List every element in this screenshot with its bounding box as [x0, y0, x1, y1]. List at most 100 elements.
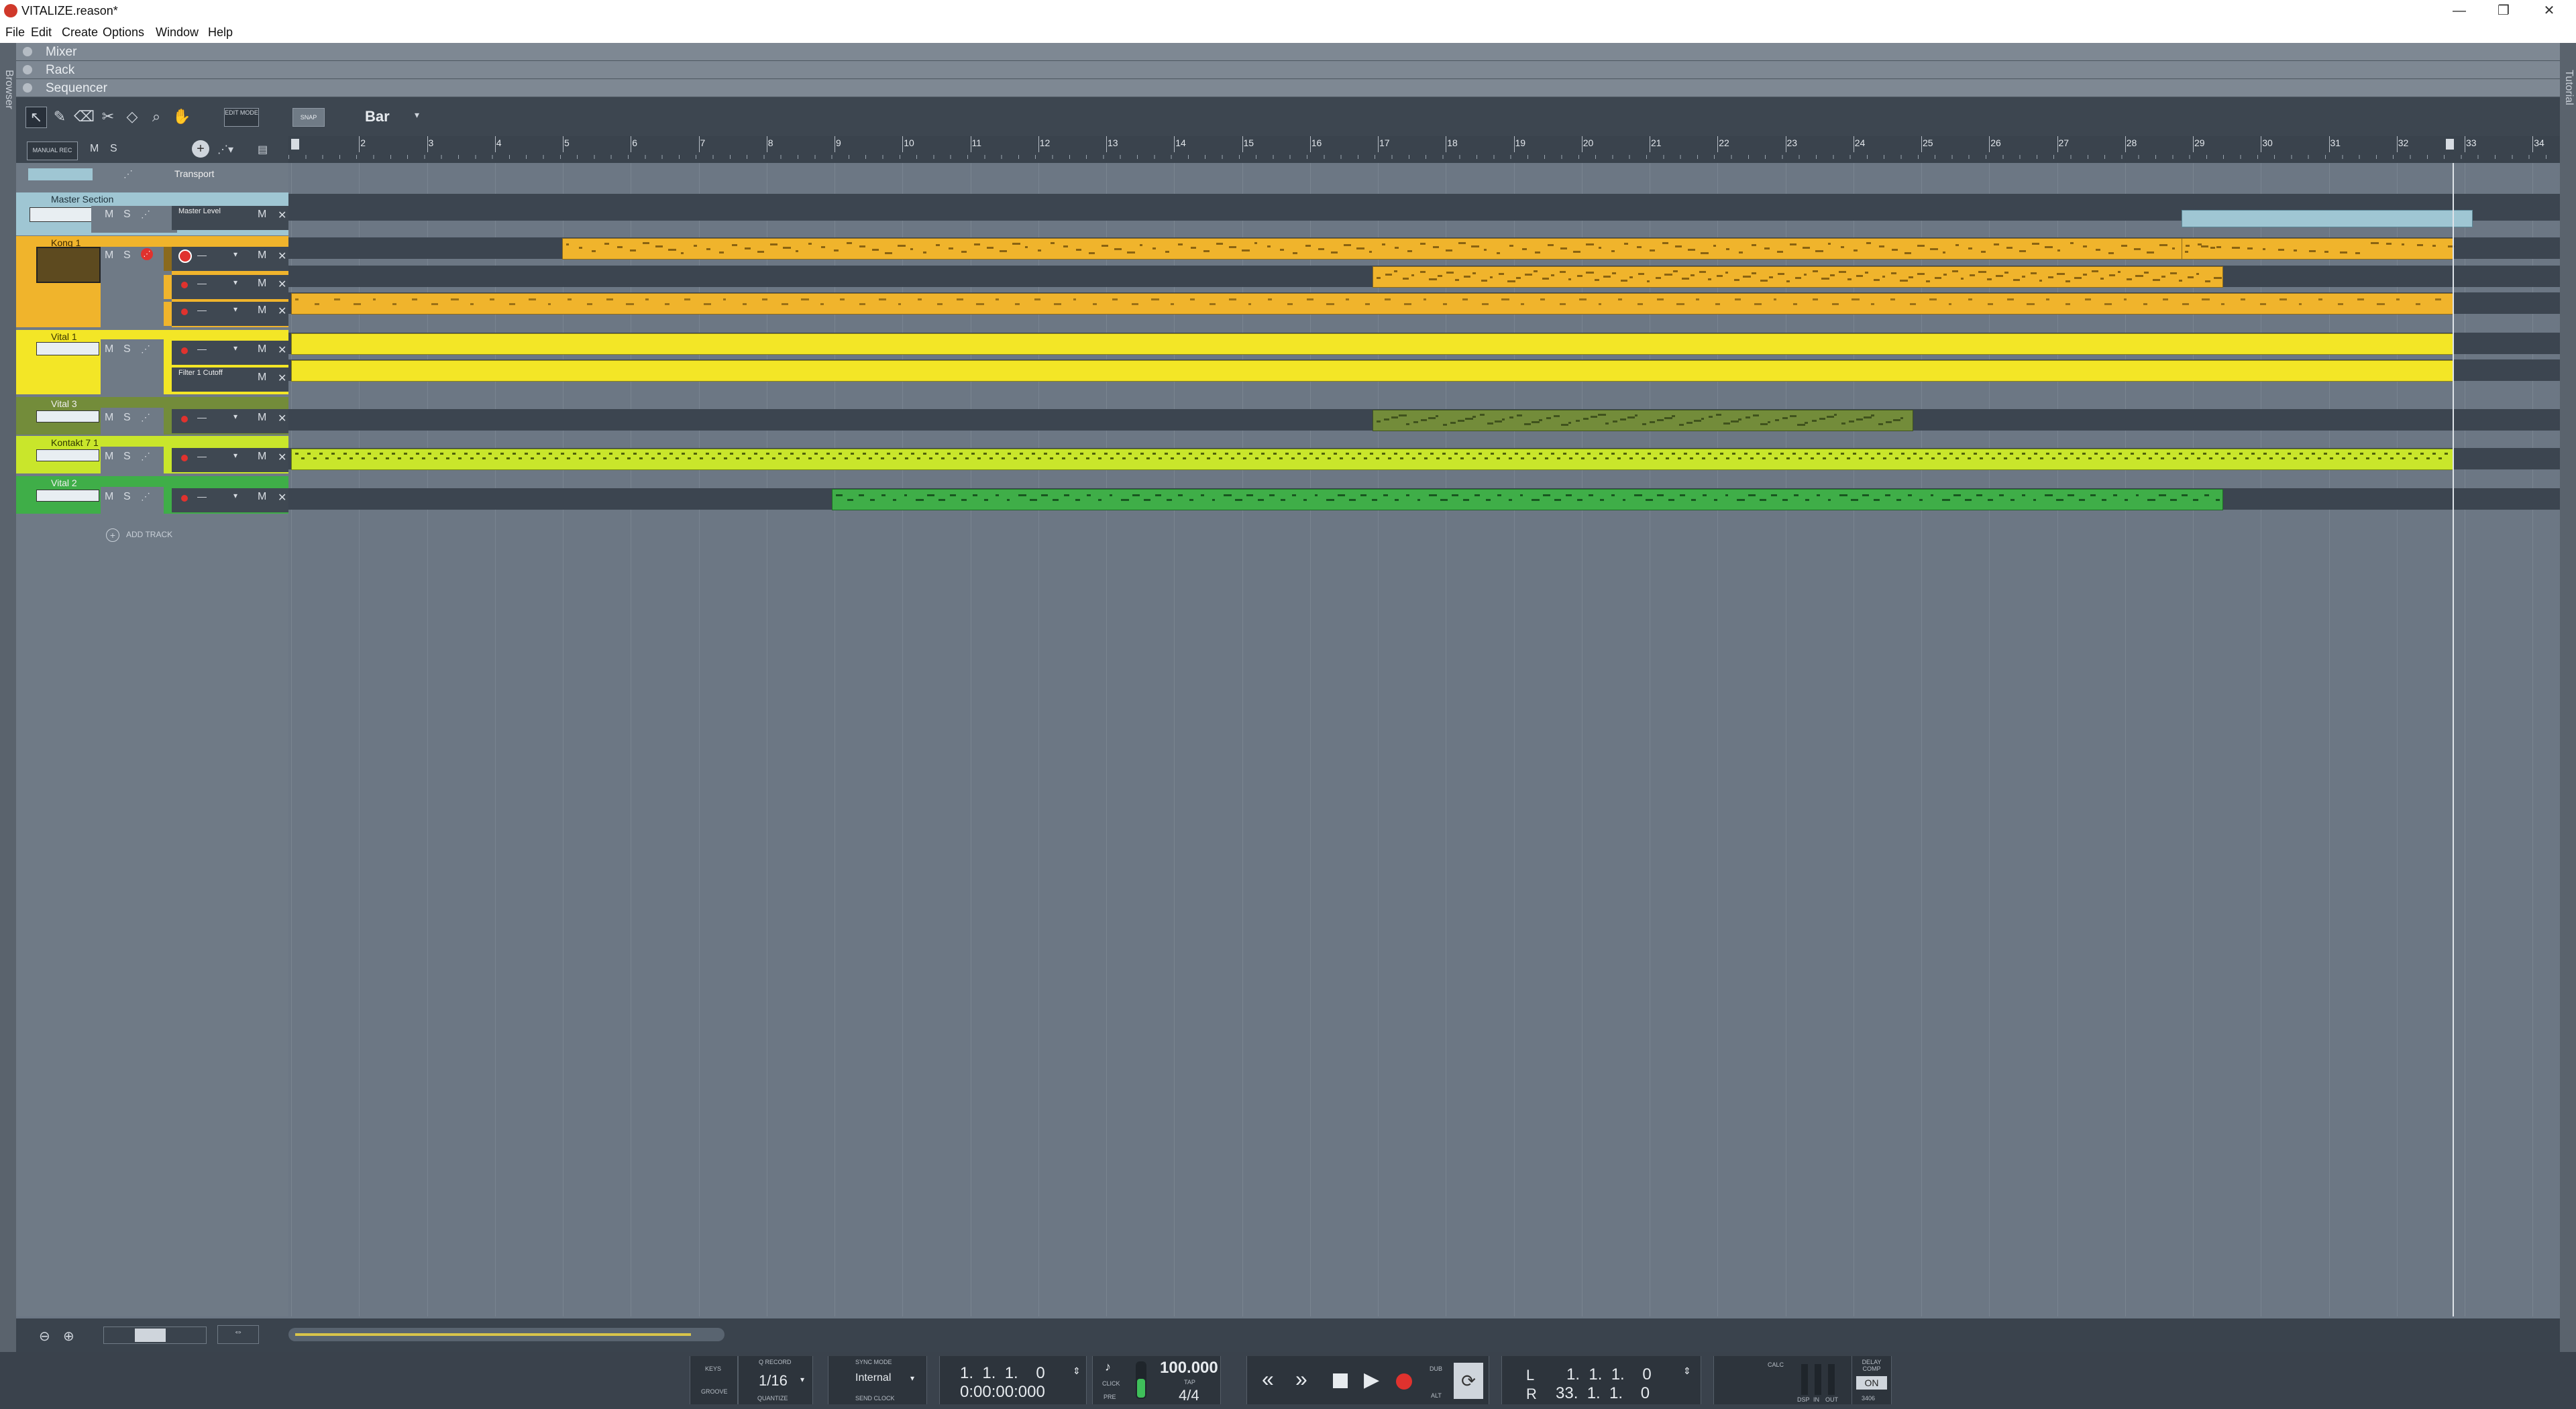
loop-right-locator-icon[interactable] [2446, 139, 2454, 150]
vital-3-mute-button[interactable]: M [105, 412, 113, 424]
kontakt-clip[interactable] [291, 449, 2454, 470]
pre-button[interactable]: PRE [1104, 1394, 1116, 1400]
filter-cutoff-delete-icon[interactable]: ✕ [278, 372, 286, 385]
vital-3-lane-mute-button[interactable]: M [258, 412, 266, 424]
metronome-icon[interactable]: ♪ [1105, 1360, 1111, 1374]
hand-tool-icon[interactable]: ✋ [172, 107, 192, 127]
menu-create[interactable]: Create [62, 25, 98, 40]
kong-lane-3-delete-icon[interactable]: ✕ [278, 304, 286, 318]
snap-dropdown-icon[interactable]: ▾ [415, 109, 419, 121]
browser-strip[interactable]: Browser [0, 43, 16, 1409]
vital-2-lane-delete-icon[interactable]: ✕ [278, 491, 286, 504]
vital-3-lane-dropdown-icon[interactable]: ▾ [233, 412, 237, 421]
menu-file[interactable]: File [5, 25, 25, 40]
sequencer-toggle-icon[interactable] [23, 83, 32, 93]
vital-2-mute-button[interactable]: M [105, 491, 113, 503]
sync-mode-dropdown-icon[interactable]: ▾ [910, 1373, 914, 1383]
arrangement-area[interactable] [288, 163, 2560, 1316]
master-section-track[interactable]: Master Section M S ⋰ Master Level M ✕ [16, 192, 305, 235]
keys-button[interactable]: KEYS [705, 1365, 721, 1372]
vital-3-clip[interactable] [1373, 410, 1913, 431]
filter-cutoff-automation-clip[interactable] [291, 360, 2454, 382]
time-signature-display[interactable]: 4/4 [1179, 1387, 1199, 1404]
kong-lane-2-mute-button[interactable]: M [258, 278, 266, 290]
loop-right-position[interactable]: 33. 1. 1. 0 [1556, 1384, 1650, 1403]
snap-button[interactable]: SNAP [292, 108, 325, 127]
zoom-slider[interactable] [103, 1327, 207, 1344]
kong-lane-3-record-icon[interactable] [181, 308, 188, 315]
zoom-in-icon[interactable]: ⊕ [63, 1328, 74, 1345]
click-level-knob[interactable] [1136, 1361, 1146, 1399]
kontakt-lane-delete-icon[interactable]: ✕ [278, 451, 286, 464]
menu-help[interactable]: Help [208, 25, 233, 40]
kong-solo-button[interactable]: S [123, 249, 131, 262]
kong-automation-icon[interactable]: ⋰ [141, 248, 153, 260]
scroll-thumb[interactable] [288, 1328, 724, 1341]
razor-tool-icon[interactable]: ✂ [98, 107, 118, 127]
kong-lane-2-record-icon[interactable] [181, 282, 188, 288]
kontakt-lane-mute-button[interactable]: M [258, 451, 266, 463]
vital-1-record-icon[interactable] [181, 347, 188, 354]
kontakt-track[interactable]: Kontakt 7 1 M S ⋰ — ▾ M ✕ [16, 436, 305, 473]
kong-lane-1-mute-button[interactable]: M [258, 249, 266, 262]
kontakt-mute-button[interactable]: M [105, 451, 113, 463]
kong-clip-1[interactable] [562, 238, 2223, 260]
vital-2-lane-mute-button[interactable]: M [258, 491, 266, 503]
automation-icon[interactable]: ⋰▾ [217, 143, 233, 156]
vital-1-track[interactable]: Vital 1 M S ⋰ — ▾ M ✕ Filter 1 Cutoff M … [16, 330, 305, 394]
send-clock-button[interactable]: SEND CLOCK [855, 1395, 895, 1402]
master-automation-icon[interactable]: ⋰ [141, 209, 150, 220]
master-level-clip[interactable] [2182, 210, 2473, 227]
groove-button[interactable]: GROOVE [701, 1388, 728, 1395]
loop-stepper-icon[interactable]: ⇕ [1683, 1365, 1691, 1377]
rewind-button[interactable]: « [1262, 1367, 1274, 1392]
loop-left-locator-icon[interactable] [291, 139, 299, 150]
kontakt-automation-icon[interactable]: ⋰ [141, 451, 150, 462]
vital-2-record-icon[interactable] [181, 495, 188, 502]
tap-button[interactable]: TAP [1184, 1379, 1195, 1386]
add-track-button[interactable]: ADD TRACK [126, 530, 172, 539]
kong-clip-4[interactable] [291, 293, 2454, 315]
vital-1-lane-mute-button[interactable]: M [258, 343, 266, 355]
tempo-display[interactable]: 100.000 [1160, 1359, 1218, 1377]
rack-toggle-icon[interactable] [23, 65, 32, 74]
vital-1-solo-button[interactable]: S [123, 343, 131, 355]
vital-3-automation-icon[interactable]: ⋰ [141, 412, 150, 423]
eraser-tool-icon[interactable]: ⌫ [74, 107, 95, 127]
quantize-dropdown-icon[interactable]: ▾ [800, 1375, 804, 1384]
pencil-tool-icon[interactable]: ✎ [50, 107, 70, 127]
quantize-value-select[interactable]: 1/16 [759, 1372, 788, 1390]
manual-rec-button[interactable]: MANUAL REC [27, 142, 78, 160]
end-marker[interactable] [2453, 163, 2454, 1316]
track-options-icon[interactable]: ▤ [258, 143, 268, 156]
kong-lane-3-mute-button[interactable]: M [258, 304, 266, 317]
add-track-icon[interactable]: + [192, 140, 209, 158]
stop-button[interactable] [1333, 1373, 1348, 1388]
master-solo-button[interactable]: S [123, 209, 131, 221]
master-mute-button[interactable]: M [105, 209, 113, 221]
vital-3-record-icon[interactable] [181, 416, 188, 422]
fast-forward-button[interactable]: » [1295, 1367, 1307, 1392]
kong-clip-2[interactable] [2182, 238, 2454, 260]
zoom-out-icon[interactable]: ⊖ [39, 1328, 50, 1345]
vital-3-solo-button[interactable]: S [123, 412, 131, 424]
rack-section-header[interactable]: Rack [16, 61, 2560, 79]
transport-track[interactable]: ⋰ Transport [16, 163, 288, 190]
vital-2-solo-button[interactable]: S [123, 491, 131, 503]
master-lane-mute-button[interactable]: M [258, 209, 266, 221]
vital-3-track[interactable]: Vital 3 M S ⋰ — ▾ M ✕ [16, 397, 305, 435]
vital-1-automation-icon[interactable]: ⋰ [141, 343, 150, 355]
global-mute-button[interactable]: M [90, 143, 99, 155]
tutorial-strip[interactable]: Tutorial [2560, 43, 2576, 1409]
kong-lane-2-dropdown-icon[interactable]: ▾ [233, 278, 237, 287]
vital-2-track[interactable]: Vital 2 M S ⋰ — ▾ M ✕ [16, 476, 305, 514]
song-position-display[interactable]: 1. 1. 1. 0 [960, 1364, 1045, 1383]
global-solo-button[interactable]: S [110, 143, 117, 155]
filter-cutoff-mute-button[interactable]: M [258, 372, 266, 384]
menu-options[interactable]: Options [103, 25, 144, 40]
mixer-section-header[interactable]: Mixer [16, 43, 2560, 61]
vital-1-lane-delete-icon[interactable]: ✕ [278, 343, 286, 357]
delay-comp-toggle[interactable]: ON [1856, 1376, 1887, 1390]
timeline-ruler[interactable]: 2 3 4 5 6 7 8 9 10 11 12 13 14 15 16 17 18 19 20 21 22 23 24 25… [288, 136, 2560, 163]
vital-2-lane-dropdown-icon[interactable]: ▾ [233, 491, 237, 500]
